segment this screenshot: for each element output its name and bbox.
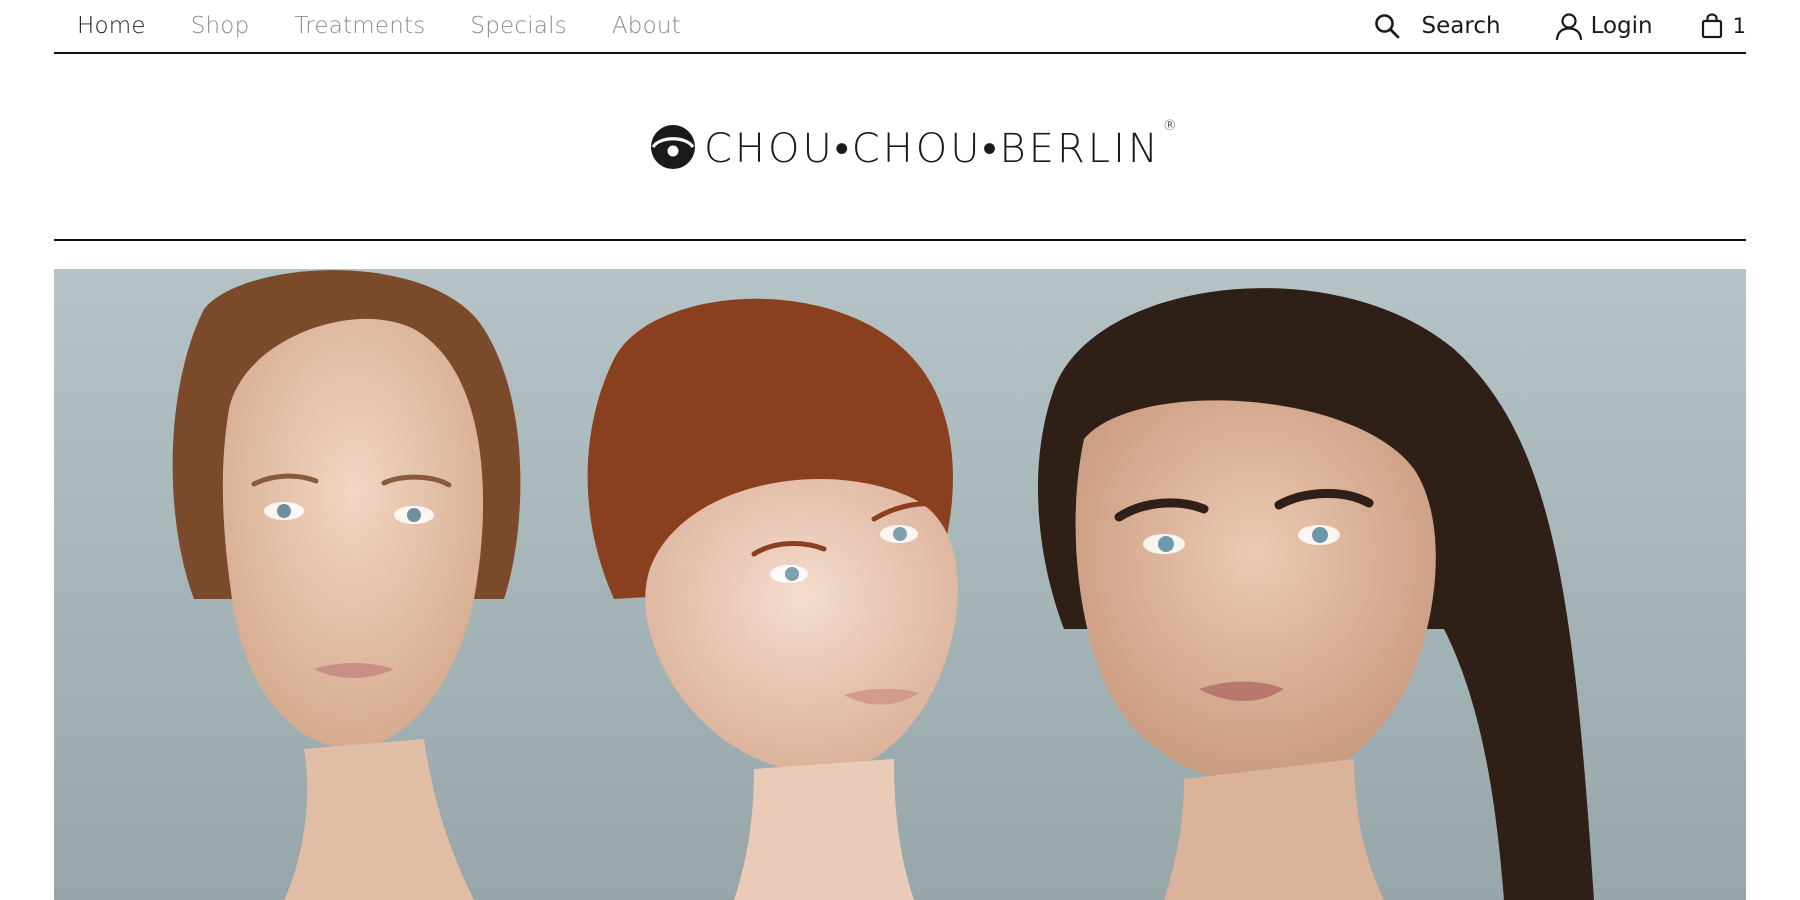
page: Home Shop Treatments Specials About Sear… xyxy=(0,0,1800,900)
model-left xyxy=(172,270,521,900)
logo-banner: CHOU•CHOU•BERLIN ® xyxy=(54,54,1746,241)
cart-button[interactable]: 1 xyxy=(1701,13,1746,39)
registered-mark: ® xyxy=(1162,118,1180,134)
nav-link-about[interactable]: About xyxy=(612,13,681,39)
login-button[interactable]: Login xyxy=(1555,12,1653,40)
login-label: Login xyxy=(1590,13,1653,39)
brand-logo[interactable]: CHOU•CHOU•BERLIN ® xyxy=(650,119,1180,174)
shopping-bag-icon xyxy=(1701,13,1723,39)
primary-nav: Home Shop Treatments Specials About xyxy=(77,0,726,52)
brand-name: CHOU•CHOU•BERLIN xyxy=(704,126,1161,172)
nav-link-shop[interactable]: Shop xyxy=(191,13,250,39)
brand-wordmark: CHOU•CHOU•BERLIN ® xyxy=(704,119,1180,172)
search-label: Search xyxy=(1421,13,1501,39)
utility-nav: Search Login 1 xyxy=(1374,0,1746,52)
user-icon xyxy=(1555,12,1583,40)
search-button[interactable]: Search xyxy=(1374,13,1501,39)
cart-count: 1 xyxy=(1732,14,1746,38)
model-right xyxy=(1037,288,1594,900)
eye-logo-icon xyxy=(650,124,696,174)
search-icon xyxy=(1374,13,1400,39)
top-navigation-bar: Home Shop Treatments Specials About Sear… xyxy=(54,0,1746,54)
nav-link-treatments[interactable]: Treatments xyxy=(294,13,425,39)
hero-photo xyxy=(54,269,1746,900)
nav-link-specials[interactable]: Specials xyxy=(470,13,566,39)
model-middle xyxy=(587,298,958,900)
nav-link-home[interactable]: Home xyxy=(77,13,146,39)
